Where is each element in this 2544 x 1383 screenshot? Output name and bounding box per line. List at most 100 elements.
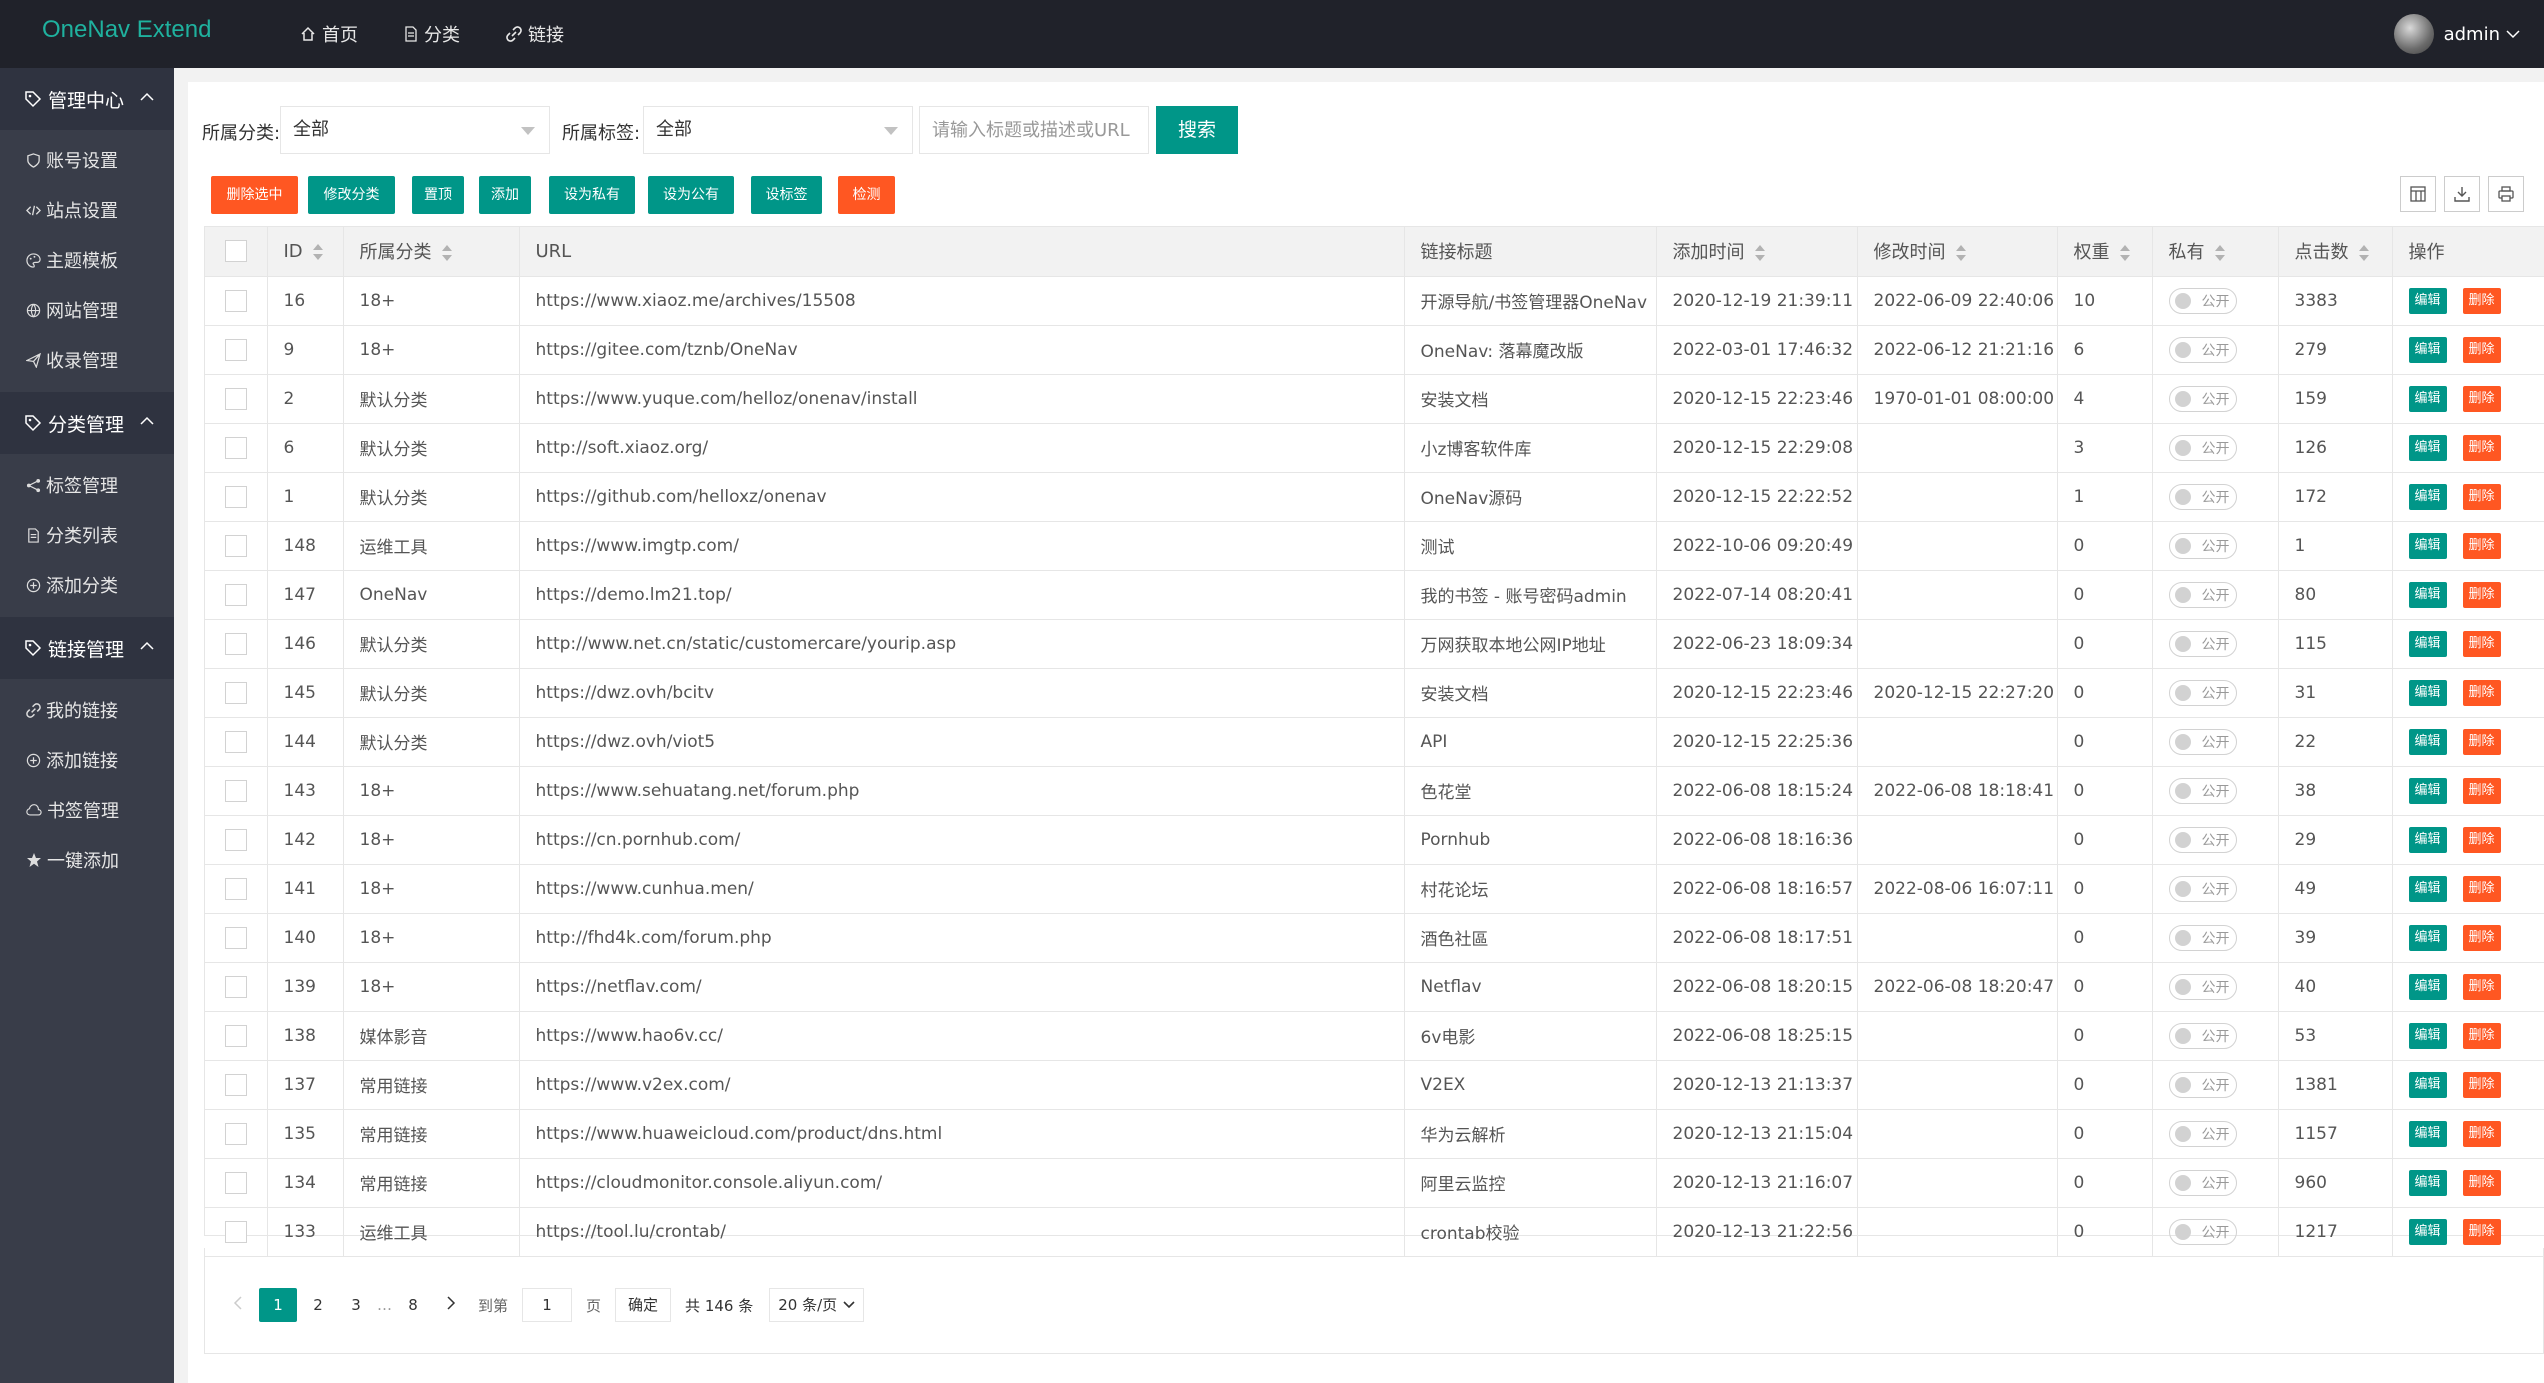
row-checkbox[interactable]: [225, 485, 247, 508]
table-row[interactable]: 142 18+ https://cn.pornhub.com/Pornhub 2022…: [205, 815, 2544, 865]
row-select-cell[interactable]: [205, 276, 268, 326]
set-private-button[interactable]: 设为私有: [549, 176, 635, 214]
edit-button[interactable]: 编辑: [2408, 1071, 2447, 1098]
private-toggle[interactable]: 公开: [2168, 336, 2237, 363]
edit-button[interactable]: 编辑: [2408, 924, 2447, 951]
row-select-cell[interactable]: [205, 472, 268, 522]
app-logo[interactable]: OneNav Extend: [42, 14, 211, 46]
sidebar-group-links[interactable]: 链接管理: [0, 617, 174, 679]
sort-icon[interactable]: [2214, 245, 2225, 262]
delete-button[interactable]: 删除: [2462, 336, 2501, 363]
row-select-cell[interactable]: [205, 766, 268, 816]
col-added[interactable]: 添加时间: [1656, 227, 1858, 277]
nav-category[interactable]: 分类: [404, 21, 460, 47]
set-public-button[interactable]: 设为公有: [648, 176, 734, 214]
edit-button[interactable]: 编辑: [2408, 1169, 2447, 1196]
row-checkbox[interactable]: [225, 1073, 247, 1096]
col-clicks[interactable]: 点击数: [2278, 227, 2393, 277]
prev-page-button[interactable]: [221, 1288, 255, 1322]
row-select-cell[interactable]: [205, 913, 268, 963]
sidebar-item-add-category[interactable]: 添加分类: [0, 560, 174, 610]
user-menu[interactable]: admin: [2393, 0, 2520, 68]
set-tag-button[interactable]: 设标签: [751, 176, 822, 214]
edit-button[interactable]: 编辑: [2408, 483, 2447, 510]
table-row[interactable]: 139 18+ https://netflav.com/Netflav 2022-06…: [205, 962, 2544, 1012]
delete-button[interactable]: 删除: [2462, 434, 2501, 461]
row-checkbox[interactable]: [225, 632, 247, 655]
delete-button[interactable]: 删除: [2462, 679, 2501, 706]
page-8[interactable]: 8: [396, 1288, 430, 1322]
edit-button[interactable]: 编辑: [2408, 875, 2447, 902]
add-button[interactable]: 添加: [479, 176, 531, 214]
row-select-cell[interactable]: [205, 717, 268, 767]
sidebar-item-collect[interactable]: 收录管理: [0, 335, 174, 385]
table-row[interactable]: 144 默认分类 https://dwz.ovh/viot5 API 2020-12-1…: [205, 717, 2544, 767]
edit-button[interactable]: 编辑: [2408, 679, 2447, 706]
private-toggle[interactable]: 公开: [2168, 581, 2237, 608]
row-select-cell[interactable]: [205, 864, 268, 914]
pin-top-button[interactable]: 置顶: [412, 176, 464, 214]
select-all-cell[interactable]: [205, 227, 268, 277]
category-select[interactable]: 全部: [280, 106, 550, 154]
edit-button[interactable]: 编辑: [2408, 336, 2447, 363]
private-toggle[interactable]: 公开: [2168, 875, 2237, 902]
sidebar-item-theme[interactable]: 主题模板: [0, 235, 174, 285]
table-row[interactable]: 146 默认分类 http://www.net.cn/static/customer…: [205, 619, 2544, 669]
table-row[interactable]: 148 运维工具 https://www.imgtp.com/测试 2022-10-0…: [205, 521, 2544, 571]
row-checkbox[interactable]: [225, 583, 247, 606]
private-toggle[interactable]: 公开: [2168, 1071, 2237, 1098]
table-row[interactable]: 9 18+ https://gitee.com/tznb/OneNav OneNav:…: [205, 325, 2544, 375]
edit-button[interactable]: 编辑: [2408, 385, 2447, 412]
delete-button[interactable]: 删除: [2462, 1218, 2501, 1245]
delete-button[interactable]: 删除: [2462, 630, 2501, 657]
col-private[interactable]: 私有: [2152, 227, 2279, 277]
table-row[interactable]: 1 默认分类 https://github.com/helloxz/onenav On…: [205, 472, 2544, 522]
sort-icon[interactable]: [1754, 245, 1765, 262]
select-all-checkbox[interactable]: [225, 240, 247, 263]
delete-button[interactable]: 删除: [2462, 924, 2501, 951]
private-toggle[interactable]: 公开: [2168, 1218, 2237, 1245]
page-1[interactable]: 1: [259, 1288, 297, 1322]
page-size-select[interactable]: 20 条/页: [769, 1288, 865, 1322]
delete-button[interactable]: 删除: [2462, 777, 2501, 804]
col-modified[interactable]: 修改时间: [1857, 227, 2058, 277]
table-row[interactable]: 145 默认分类 https://dwz.ovh/bcitv 安装文档 2020-12-…: [205, 668, 2544, 718]
row-checkbox[interactable]: [225, 975, 247, 998]
edit-button[interactable]: 编辑: [2408, 777, 2447, 804]
private-toggle[interactable]: 公开: [2168, 1169, 2237, 1196]
sidebar-item-quick-add[interactable]: 一键添加: [0, 835, 174, 885]
table-row[interactable]: 143 18+ https://www.sehuatang.net/forum.ph…: [205, 766, 2544, 816]
row-select-cell[interactable]: [205, 1011, 268, 1061]
private-toggle[interactable]: 公开: [2168, 924, 2237, 951]
row-checkbox[interactable]: [225, 877, 247, 900]
table-row[interactable]: 147 OneNav https://demo.lm21.top/我的书签 - 账号…: [205, 570, 2544, 620]
delete-button[interactable]: 删除: [2462, 973, 2501, 1000]
sort-icon[interactable]: [1955, 245, 1966, 262]
col-category[interactable]: 所属分类: [343, 227, 520, 277]
row-checkbox[interactable]: [225, 534, 247, 557]
page-3[interactable]: 3: [339, 1288, 373, 1322]
table-row[interactable]: 16 18+ https://www.xiaoz.me/archives/15508…: [205, 276, 2544, 326]
delete-button[interactable]: 删除: [2462, 1071, 2501, 1098]
row-select-cell[interactable]: [205, 374, 268, 424]
private-toggle[interactable]: 公开: [2168, 630, 2237, 657]
edit-button[interactable]: 编辑: [2408, 581, 2447, 608]
row-checkbox[interactable]: [225, 681, 247, 704]
row-checkbox[interactable]: [225, 1024, 247, 1047]
delete-button[interactable]: 删除: [2462, 581, 2501, 608]
table-row[interactable]: 138 媒体影音 https://www.hao6v.cc/6v电影 2022-06-…: [205, 1011, 2544, 1061]
row-checkbox[interactable]: [225, 338, 247, 361]
row-select-cell[interactable]: [205, 570, 268, 620]
delete-button[interactable]: 删除: [2462, 826, 2501, 853]
sidebar-item-category-list[interactable]: 分类列表: [0, 510, 174, 560]
row-select-cell[interactable]: [205, 1158, 268, 1208]
table-row[interactable]: 141 18+ https://www.cunhua.men/村花论坛 2022-06…: [205, 864, 2544, 914]
delete-button[interactable]: 删除: [2462, 483, 2501, 510]
edit-button[interactable]: 编辑: [2408, 1022, 2447, 1049]
sort-icon[interactable]: [2358, 245, 2369, 262]
edit-button[interactable]: 编辑: [2408, 532, 2447, 559]
next-page-button[interactable]: [434, 1288, 468, 1322]
edit-button[interactable]: 编辑: [2408, 973, 2447, 1000]
row-select-cell[interactable]: [205, 668, 268, 718]
row-select-cell[interactable]: [205, 962, 268, 1012]
